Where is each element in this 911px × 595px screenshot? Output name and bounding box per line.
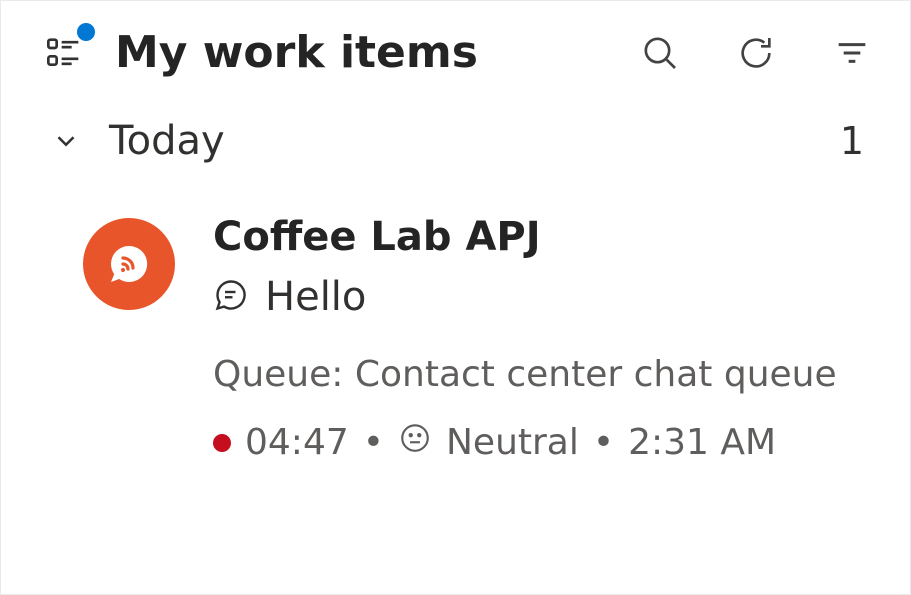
work-item[interactable]: Coffee Lab APJ Hello Queue: Contact cent…: [1, 210, 910, 464]
chevron-down-icon: [51, 126, 81, 156]
list-detail-toggle[interactable]: [41, 29, 89, 77]
header-actions: [638, 31, 886, 75]
work-item-body: Coffee Lab APJ Hello Queue: Contact cent…: [213, 214, 864, 464]
queue-label: Queue:: [213, 354, 343, 395]
separator: •: [593, 422, 614, 463]
search-button[interactable]: [638, 31, 682, 75]
neutral-face-icon: [398, 421, 432, 464]
filter-button[interactable]: [830, 31, 874, 75]
panel-title: My work items: [115, 27, 612, 78]
refresh-icon: [736, 33, 776, 73]
filter-icon: [832, 33, 872, 73]
notification-dot: [77, 23, 95, 41]
work-item-meta: 04:47 • Neutral • 2:31 AM: [213, 421, 864, 464]
work-item-title: Coffee Lab APJ: [213, 214, 864, 260]
avatar: [83, 218, 175, 310]
work-items-panel: My work items: [0, 0, 911, 595]
chat-avatar-icon: [105, 240, 153, 288]
refresh-button[interactable]: [734, 31, 778, 75]
timestamp: 2:31 AM: [628, 422, 776, 463]
section-count: 1: [840, 119, 864, 163]
panel-header: My work items: [1, 19, 910, 118]
status-dot: [213, 434, 231, 452]
work-item-preview-row: Hello: [213, 274, 864, 320]
sentiment: Neutral: [446, 422, 579, 463]
separator: •: [363, 422, 384, 463]
section-header-today[interactable]: Today 1: [1, 118, 910, 164]
work-item-preview: Hello: [265, 274, 366, 320]
duration: 04:47: [245, 422, 349, 463]
search-icon: [640, 33, 680, 73]
chat-icon: [213, 277, 249, 317]
section-title: Today: [109, 118, 840, 164]
work-item-queue: Queue: Contact center chat queue: [213, 354, 864, 395]
queue-name: Contact center chat queue: [355, 354, 837, 395]
